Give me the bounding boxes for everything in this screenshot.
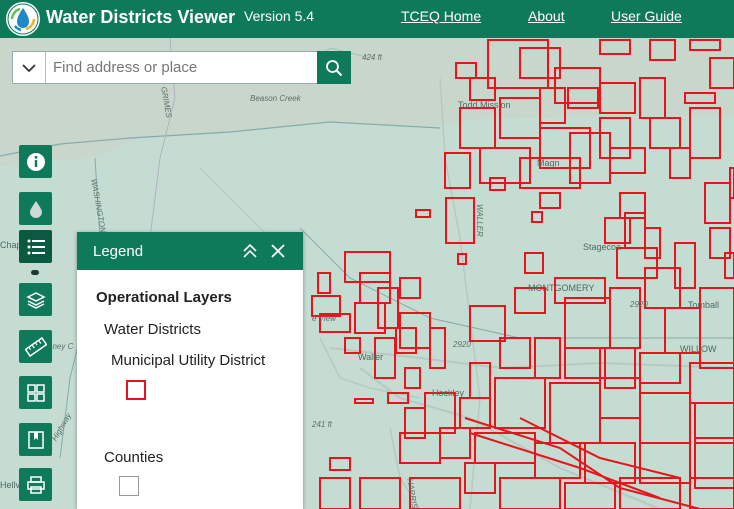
place-label: Todd Mission — [458, 100, 511, 110]
double-chevron-up-icon — [243, 243, 257, 258]
active-indicator — [31, 270, 39, 275]
place-label: WILLOW — [680, 344, 717, 354]
legend-layer-counties: Counties — [104, 449, 164, 466]
mud-swatch — [126, 380, 146, 400]
bookmark-button[interactable] — [19, 423, 52, 456]
place-label: Stagecoa — [583, 242, 622, 252]
info-icon — [26, 152, 45, 171]
app-header: Water Districts Viewer Version 5.4 TCEQ … — [0, 0, 734, 38]
basemap-gallery-icon — [26, 383, 45, 402]
close-button[interactable] — [268, 241, 288, 261]
creek-label: Beason Creek — [250, 94, 301, 103]
operational-layers-heading: Operational Layers — [96, 289, 232, 306]
chevron-down-icon — [22, 63, 36, 72]
legend-title: Legend — [93, 243, 144, 260]
basemap-gallery-button[interactable] — [19, 376, 52, 409]
tceq-logo — [6, 2, 40, 36]
place-label: Tomball — [688, 300, 720, 310]
bookmark-icon — [27, 430, 44, 449]
layers-icon — [25, 291, 46, 309]
measure-icon — [24, 336, 47, 357]
search-input[interactable] — [47, 52, 315, 83]
place-label: Hockley — [432, 388, 465, 398]
road-label: 2920 — [630, 300, 648, 309]
print-button[interactable] — [19, 468, 52, 501]
legend-layer-water-districts: Water Districts — [104, 321, 201, 338]
layers-button[interactable] — [19, 283, 52, 316]
water-button[interactable] — [19, 192, 52, 225]
app-title: Water Districts Viewer — [46, 7, 236, 27]
user-guide-link[interactable]: User Guide — [611, 8, 682, 24]
collapse-button[interactable] — [240, 241, 260, 261]
elevation-label: 241 ft — [312, 420, 333, 429]
legend-button[interactable] — [19, 230, 52, 263]
legend-header: Legend — [77, 232, 303, 270]
close-icon — [271, 244, 285, 258]
measure-button[interactable] — [19, 330, 52, 363]
print-icon — [26, 475, 45, 494]
search-source-dropdown[interactable] — [13, 52, 46, 83]
search-widget — [12, 51, 351, 84]
county-label: WALLER — [475, 204, 484, 237]
info-button[interactable] — [19, 145, 52, 178]
place-label: MONTGOMERY — [528, 283, 595, 293]
place-label: Magn — [537, 158, 560, 168]
about-link[interactable]: About — [528, 8, 565, 24]
elevation-label: 424 ft — [362, 53, 383, 62]
tceq-home-link[interactable]: TCEQ Home — [401, 8, 481, 24]
version-label: Version 5.4 — [244, 8, 315, 24]
place-label: Hellv — [0, 480, 21, 490]
legend-sublayer-mud: Municipal Utility District — [111, 352, 266, 369]
legend-icon — [27, 239, 45, 254]
counties-swatch — [119, 476, 139, 496]
search-button[interactable] — [317, 51, 351, 84]
place-label: Waller — [358, 352, 384, 362]
legend-panel: Legend Operational Layers Water District… — [77, 232, 303, 509]
road-label: 2920 — [453, 340, 471, 349]
drop-icon — [29, 200, 42, 218]
place-label: e View — [312, 314, 336, 323]
search-icon — [326, 59, 343, 76]
